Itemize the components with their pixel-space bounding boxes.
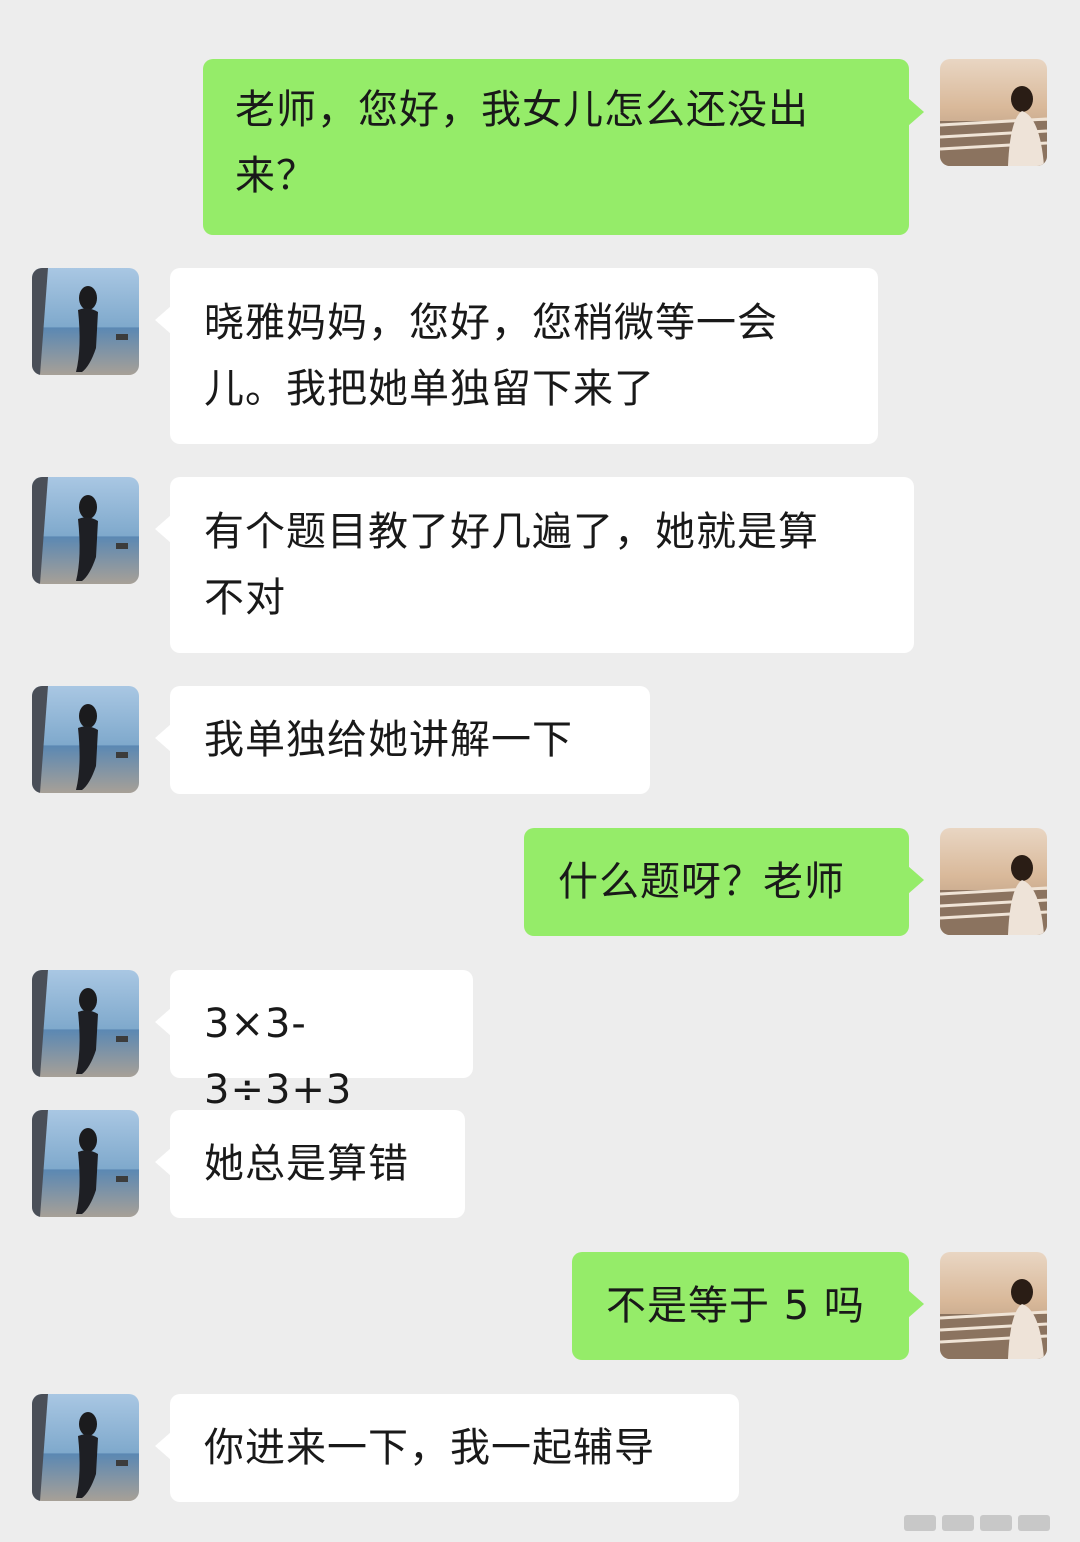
bubble-tail xyxy=(155,1432,171,1460)
bubble-tail xyxy=(155,515,171,543)
bubble-tail xyxy=(155,306,171,334)
teacher-avatar-icon[interactable] xyxy=(32,477,139,584)
bubble-tail xyxy=(908,866,924,894)
teacher-avatar-icon[interactable] xyxy=(32,1110,139,1217)
bubble-tail xyxy=(908,98,924,126)
teacher-avatar-icon[interactable] xyxy=(32,970,139,1077)
self-avatar-icon[interactable] xyxy=(940,1252,1047,1359)
teacher-avatar-icon[interactable] xyxy=(32,268,139,375)
message-bubble-sent[interactable]: 什么题呀？老师 xyxy=(524,828,909,936)
bubble-tail xyxy=(155,1148,171,1176)
teacher-avatar-icon[interactable] xyxy=(32,686,139,793)
self-avatar-icon[interactable] xyxy=(940,828,1047,935)
self-avatar-icon[interactable] xyxy=(940,59,1047,166)
watermark-logo xyxy=(904,1512,1054,1534)
message-bubble-received[interactable]: 她总是算错 xyxy=(170,1110,465,1218)
message-bubble-sent[interactable]: 老师，您好，我女儿怎么还没出 来？ xyxy=(203,59,909,235)
bubble-tail xyxy=(908,1290,924,1318)
message-bubble-received[interactable]: 有个题目教了好几遍了，她就是算 不对 xyxy=(170,477,914,653)
bubble-tail xyxy=(155,1008,171,1036)
message-bubble-received[interactable]: 3×3-3÷3+3 xyxy=(170,970,473,1113)
message-bubble-sent[interactable]: 不是等于 5 吗 xyxy=(572,1252,909,1360)
teacher-avatar-icon[interactable] xyxy=(32,1394,139,1501)
message-bubble-received[interactable]: 我单独给她讲解一下 xyxy=(170,686,650,794)
message-bubble-received[interactable]: 晓雅妈妈，您好，您稍微等一会 儿。我把她单独留下来了 xyxy=(170,268,878,444)
message-bubble-received[interactable]: 你进来一下，我一起辅导 xyxy=(170,1394,739,1502)
bubble-tail xyxy=(155,724,171,752)
chat-area: 老师，您好，我女儿怎么还没出 来？ 晓雅妈妈，您好，您稍微等一会 儿。我把她单独… xyxy=(0,0,1080,1542)
